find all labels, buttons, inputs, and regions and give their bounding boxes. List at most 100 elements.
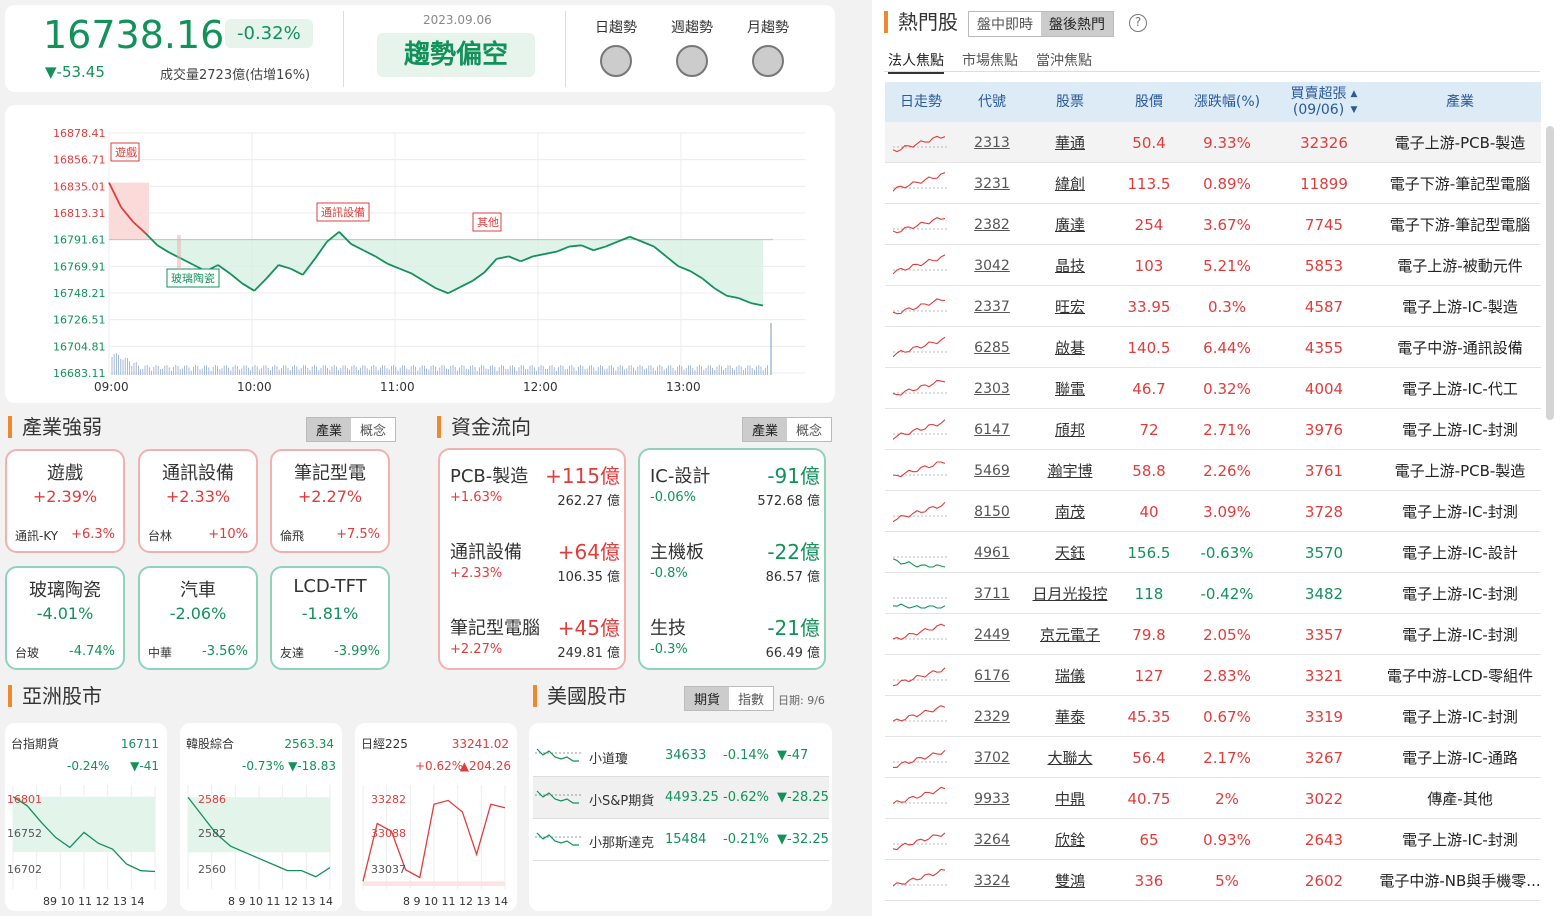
industry-card[interactable]: 通訊設備 +2.33% 台林 +10% [138, 449, 258, 553]
row-stock-name[interactable]: 大聯大 [1027, 737, 1113, 778]
industry-card[interactable]: 汽車 -2.06% 中華 -3.56% [138, 566, 258, 670]
table-row[interactable]: 2337 旺宏 33.95 0.3% 4587 電子上游-IC-製造 [885, 286, 1541, 327]
row-code[interactable]: 6147 [957, 409, 1027, 450]
table-row[interactable]: 2313 華通 50.4 9.33% 32326 電子上游-PCB-製造 [885, 122, 1541, 163]
col-price[interactable]: 股價 [1113, 82, 1185, 122]
hot-tab-afterhours[interactable]: 盤後熱門 [1041, 12, 1113, 36]
row-stock-name[interactable]: 啟碁 [1027, 327, 1113, 368]
industry-top-stock[interactable]: 台玻 [15, 644, 39, 661]
col-netbuy[interactable]: 買賣超張 (09/06) ▲ ▼ [1269, 82, 1379, 122]
row-code[interactable]: 2382 [957, 204, 1027, 245]
row-code[interactable]: 5469 [957, 450, 1027, 491]
flow-item[interactable]: 生技 -21億 -0.3% 66.49 億 [650, 614, 820, 674]
us-market-row[interactable]: 小那斯達克 15484 -0.21% ▼-32.25 [533, 819, 829, 861]
table-row[interactable]: 3702 大聯大 56.4 2.17% 3267 電子上游-IC-通路 [885, 737, 1541, 778]
asia-market-card[interactable]: 台指期貨 16711 -0.24% ▼-41 16801 16752 16702 89 10 … [5, 723, 167, 911]
table-row[interactable]: 6176 瑞儀 127 2.83% 3321 電子中游-LCD-零組件 [885, 655, 1541, 696]
row-stock-name[interactable]: 華通 [1027, 122, 1113, 163]
table-row[interactable]: 4961 天鈺 156.5 -0.63% 3570 電子上游-IC-設計 [885, 532, 1541, 573]
asia-market-card[interactable]: 日經225 33241.02 +0.62% ▲204.26 33282 33088 3303… [355, 723, 517, 911]
trend-day[interactable]: 日趨勢 [591, 17, 641, 77]
table-row[interactable]: 2303 聯電 46.7 0.32% 4004 電子上游-IC-代工 [885, 368, 1541, 409]
row-stock-name[interactable]: 廣達 [1027, 204, 1113, 245]
industry-card[interactable]: 筆記型電 +2.27% 倫飛 +7.5% [270, 449, 390, 553]
table-row[interactable]: 3231 緯創 113.5 0.89% 11899 電子下游-筆記型電腦 [885, 163, 1541, 204]
table-row[interactable]: 3264 欣銓 65 0.93% 2643 電子上游-IC-封測 [885, 819, 1541, 860]
row-code[interactable]: 2313 [957, 122, 1027, 163]
industry-tab-sector[interactable]: 產業 [307, 418, 352, 441]
hot-tab-intraday[interactable]: 盤中即時 [969, 12, 1041, 36]
row-stock-name[interactable]: 瀚宇博 [1027, 450, 1113, 491]
row-code[interactable]: 3042 [957, 245, 1027, 286]
industry-top-stock[interactable]: 通訊-KY [15, 527, 58, 544]
row-stock-name[interactable]: 天鈺 [1027, 532, 1113, 573]
us-tab-index[interactable]: 指數 [729, 687, 774, 710]
row-code[interactable]: 2303 [957, 368, 1027, 409]
flow-item[interactable]: 通訊設備 +64億 +2.33% 106.35 億 [450, 538, 620, 598]
us-market-row[interactable]: 小道瓊 34633 -0.14% ▼-47 [533, 735, 829, 777]
subtab-daytrade[interactable]: 當沖焦點 [1036, 50, 1092, 70]
table-row[interactable]: 3324 雙鴻 336 5% 2602 電子中游-NB與手機零... [885, 860, 1541, 901]
row-code[interactable]: 2449 [957, 614, 1027, 655]
table-row[interactable]: 6285 啟碁 140.5 6.44% 4355 電子中游-通訊設備 [885, 327, 1541, 368]
row-code[interactable]: 6176 [957, 655, 1027, 696]
row-code[interactable]: 3231 [957, 163, 1027, 204]
row-stock-name[interactable]: 華泰 [1027, 696, 1113, 737]
row-code[interactable]: 8150 [957, 491, 1027, 532]
industry-top-stock[interactable]: 台林 [148, 527, 172, 544]
trend-week[interactable]: 週趨勢 [667, 17, 717, 77]
row-stock-name[interactable]: 瑞儀 [1027, 655, 1113, 696]
industry-card[interactable]: LCD-TFT -1.81% 友達 -3.99% [270, 566, 390, 670]
row-stock-name[interactable]: 日月光投控 [1027, 573, 1113, 614]
industry-top-stock[interactable]: 友達 [280, 644, 304, 661]
intraday-chart[interactable]: 16878.41 16856.71 16835.01 16813.31 16791.61… [5, 105, 835, 403]
table-row[interactable]: 2382 廣達 254 3.67% 7745 電子下游-筆記型電腦 [885, 204, 1541, 245]
industry-top-stock[interactable]: 中華 [148, 644, 172, 661]
row-stock-name[interactable]: 京元電子 [1027, 614, 1113, 655]
row-stock-name[interactable]: 緯創 [1027, 163, 1113, 204]
row-stock-name[interactable]: 雙鴻 [1027, 860, 1113, 901]
row-stock-name[interactable]: 晶技 [1027, 245, 1113, 286]
table-row[interactable]: 6147 頎邦 72 2.71% 3976 電子上游-IC-封測 [885, 409, 1541, 450]
help-icon[interactable]: ? [1129, 14, 1147, 32]
table-row[interactable]: 9933 中鼎 40.75 2% 3022 傳產-其他 [885, 778, 1541, 819]
col-change[interactable]: 漲跌幅(%) [1185, 82, 1269, 122]
row-stock-name[interactable]: 南茂 [1027, 491, 1113, 532]
row-code[interactable]: 3264 [957, 819, 1027, 860]
asia-market-card[interactable]: 韓股綜合 2563.34 -0.73% ▼-18.83 2586 2582 2560 8 9 … [180, 723, 342, 911]
industry-card[interactable]: 遊戲 +2.39% 通訊-KY +6.3% [5, 449, 125, 553]
row-stock-name[interactable]: 旺宏 [1027, 286, 1113, 327]
row-code[interactable]: 3324 [957, 860, 1027, 901]
row-stock-name[interactable]: 欣銓 [1027, 819, 1113, 860]
flow-item[interactable]: 筆記型電腦 +45億 +2.27% 249.81 億 [450, 614, 620, 674]
us-tab-futures[interactable]: 期貨 [685, 687, 730, 710]
table-row[interactable]: 2449 京元電子 79.8 2.05% 3357 電子上游-IC-封測 [885, 614, 1541, 655]
flow-item[interactable]: IC-設計 -91億 -0.06% 572.68 億 [650, 462, 820, 522]
table-row[interactable]: 3042 晶技 103 5.21% 5853 電子上游-被動元件 [885, 245, 1541, 286]
table-row[interactable]: 3711 日月光投控 118 -0.42% 3482 電子上游-IC-封測 [885, 573, 1541, 614]
col-industry[interactable]: 產業 [1379, 82, 1541, 122]
table-row[interactable]: 8150 南茂 40 3.09% 3728 電子上游-IC-封測 [885, 491, 1541, 532]
flow-tab-concept[interactable]: 概念 [787, 418, 832, 441]
table-row[interactable]: 2329 華泰 45.35 0.67% 3319 電子上游-IC-封測 [885, 696, 1541, 737]
row-stock-name[interactable]: 中鼎 [1027, 778, 1113, 819]
row-code[interactable]: 2329 [957, 696, 1027, 737]
flow-tab-sector[interactable]: 產業 [743, 418, 788, 441]
row-code[interactable]: 6285 [957, 327, 1027, 368]
row-code[interactable]: 3702 [957, 737, 1027, 778]
row-code[interactable]: 4961 [957, 532, 1027, 573]
subtab-market[interactable]: 市場焦點 [962, 50, 1018, 70]
flow-item[interactable]: PCB-製造 +115億 +1.63% 262.27 億 [450, 462, 620, 522]
col-stock[interactable]: 股票 [1027, 82, 1113, 122]
row-code[interactable]: 2337 [957, 286, 1027, 327]
col-code[interactable]: 代號 [957, 82, 1027, 122]
table-row[interactable]: 5469 瀚宇博 58.8 2.26% 3761 電子上游-PCB-製造 [885, 450, 1541, 491]
trend-month[interactable]: 月趨勢 [743, 17, 793, 77]
table-scrollbar[interactable] [1546, 126, 1554, 420]
industry-tab-concept[interactable]: 概念 [351, 418, 396, 441]
us-market-row[interactable]: 小S&P期貨 4493.25 -0.62% ▼-28.25 [533, 777, 829, 819]
row-code[interactable]: 9933 [957, 778, 1027, 819]
row-stock-name[interactable]: 頎邦 [1027, 409, 1113, 450]
industry-card[interactable]: 玻璃陶瓷 -4.01% 台玻 -4.74% [5, 566, 125, 670]
flow-item[interactable]: 主機板 -22億 -0.8% 86.57 億 [650, 538, 820, 598]
